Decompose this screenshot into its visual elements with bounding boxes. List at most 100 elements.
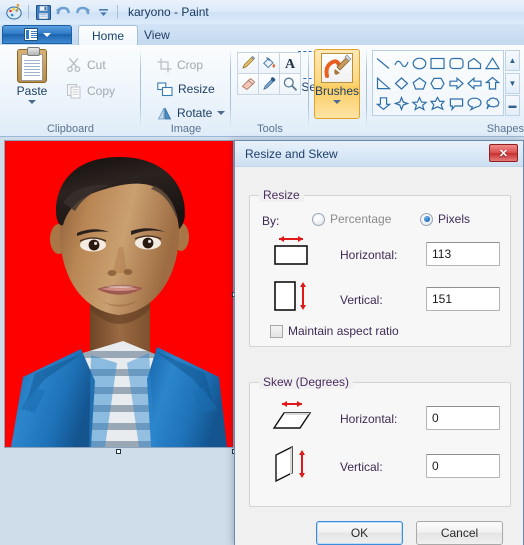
shape-diamond-icon[interactable] — [392, 73, 410, 93]
close-icon[interactable]: ✕ — [489, 144, 518, 162]
customize-quick-access-icon[interactable] — [94, 3, 112, 21]
chevron-down-icon — [42, 32, 51, 37]
dialog-body: Resize By: Percentage Pixels Horizontal:… — [235, 167, 523, 545]
window-title: karyono - Paint — [128, 5, 209, 19]
brush-icon — [321, 53, 353, 83]
tools-row-2 — [237, 73, 305, 95]
shape-pentagon-icon[interactable] — [411, 73, 429, 93]
paste-button-label: Paste — [16, 84, 48, 98]
rotate-button[interactable]: Rotate — [157, 103, 226, 123]
skew-vertical-input[interactable]: 0 — [426, 454, 500, 478]
shape-hexagon-icon[interactable] — [429, 73, 447, 93]
maintain-aspect-ratio-checkbox[interactable]: Maintain aspect ratio — [270, 324, 399, 338]
resize-section-legend: Resize — [259, 188, 304, 202]
ribbon-group-brushes: Brushes — [309, 45, 367, 136]
percentage-radio-label: Percentage — [330, 212, 392, 226]
pixels-radio[interactable]: Pixels — [420, 212, 470, 226]
ribbon: Paste Cut Copy Clipboard Image Crop Resi… — [0, 45, 524, 137]
eyedropper-icon[interactable] — [258, 73, 280, 95]
shape-right-triangle-icon[interactable] — [374, 73, 392, 93]
title-bar: karyono - Paint — [0, 0, 524, 24]
shape-oval-icon[interactable] — [411, 53, 429, 73]
shapes-row-2 — [374, 73, 502, 93]
paint-application-window: karyono - Paint Home View Paste Cut Copy… — [0, 0, 524, 545]
cut-button-label: Cut — [87, 58, 106, 72]
shapes-scroll-up-button[interactable]: ▲ — [505, 50, 520, 71]
brushes-button[interactable]: Brushes — [314, 49, 360, 119]
cancel-button[interactable]: Cancel — [416, 521, 503, 545]
pencil-icon[interactable] — [237, 52, 259, 74]
tab-view[interactable]: View — [131, 25, 183, 45]
rotate-button-label: Rotate — [177, 106, 213, 120]
chevron-down-icon — [333, 100, 341, 104]
eraser-icon[interactable] — [237, 73, 259, 95]
shapes-row-3 — [374, 93, 502, 113]
resize-and-skew-dialog: Resize and Skew ✕ Resize By: Percentage … — [234, 140, 524, 545]
clipboard-group-label: Clipboard — [46, 123, 95, 135]
resize-button[interactable]: Resize — [157, 79, 215, 99]
resize-vertical-input[interactable]: 151 — [426, 287, 500, 311]
title-separator — [117, 5, 118, 19]
shape-rectangle-icon[interactable] — [429, 53, 447, 73]
shape-line-icon[interactable] — [374, 53, 392, 73]
skew-vertical-label: Vertical: — [340, 460, 383, 474]
shape-rounded-callout-icon[interactable] — [447, 93, 465, 113]
shape-oval-callout-icon[interactable] — [465, 93, 483, 113]
tab-home[interactable]: Home — [78, 25, 139, 45]
skew-horizontal-input[interactable]: 0 — [426, 406, 500, 430]
copy-button[interactable]: Copy — [66, 81, 115, 101]
clipboard-icon — [17, 47, 47, 83]
copy-icon — [66, 83, 82, 99]
shapes-scrollbar[interactable]: ▲ ▼ ▬ — [505, 50, 520, 116]
file-menu-button[interactable] — [2, 25, 72, 44]
horizontal-skew-icon — [270, 397, 314, 435]
paint-app-icon[interactable] — [5, 3, 23, 21]
shapes-open-gallery-button[interactable]: ▬ — [505, 95, 520, 116]
shape-curve-icon[interactable] — [392, 53, 410, 73]
shape-six-point-star-icon[interactable] — [429, 93, 447, 113]
ribbon-group-clipboard: Paste Cut Copy Clipboard — [0, 45, 141, 136]
portrait-photo — [5, 141, 233, 447]
tools-row-1: A — [237, 52, 305, 74]
chevron-down-icon — [28, 100, 36, 104]
resize-section: Resize By: Percentage Pixels Horizontal:… — [249, 188, 511, 347]
rotate-icon — [157, 106, 172, 121]
ribbon-group-tools: A Tools — [231, 45, 309, 136]
shape-cloud-callout-icon[interactable] — [484, 93, 502, 113]
shape-rounded-rectangle-icon[interactable] — [447, 53, 465, 73]
save-icon[interactable] — [34, 3, 52, 21]
undo-icon[interactable] — [54, 3, 72, 21]
bottom-center-handle[interactable] — [116, 449, 121, 454]
shape-right-arrow-icon[interactable] — [447, 73, 465, 93]
percentage-radio[interactable]: Percentage — [312, 212, 391, 226]
redo-icon[interactable] — [74, 3, 92, 21]
skew-horizontal-label: Horizontal: — [340, 412, 398, 426]
shapes-gallery[interactable] — [372, 50, 504, 116]
shape-triangle-icon[interactable] — [484, 53, 502, 73]
resize-horizontal-input[interactable]: 113 — [426, 242, 500, 266]
tools-group-label: Tools — [257, 123, 283, 135]
shape-four-point-star-icon[interactable] — [392, 93, 410, 113]
skew-section: Skew (Degrees) Horizontal: 0 Vertical: 0 — [249, 375, 511, 507]
shape-left-arrow-icon[interactable] — [465, 73, 483, 93]
shape-five-point-star-icon[interactable] — [411, 93, 429, 113]
radio-button-icon — [312, 212, 325, 226]
file-menu-icon — [23, 28, 38, 41]
paint-canvas[interactable] — [4, 140, 234, 448]
chevron-down-icon — [217, 111, 226, 115]
ribbon-group-shapes: ▲ ▼ ▬ Shapes — [367, 45, 524, 136]
shape-polygon-icon[interactable] — [465, 53, 483, 73]
checkbox-icon — [270, 324, 283, 338]
shape-up-arrow-icon[interactable] — [484, 73, 502, 93]
vertical-skew-icon — [270, 445, 314, 485]
paint-bucket-icon[interactable] — [258, 52, 280, 74]
magnifier-icon[interactable] — [279, 73, 301, 95]
shape-down-arrow-icon[interactable] — [374, 93, 392, 113]
paste-button[interactable]: Paste — [8, 47, 56, 117]
cut-button[interactable]: Cut — [66, 55, 106, 75]
clipboard-lines-icon — [24, 60, 40, 61]
text-a-icon[interactable]: A — [279, 52, 301, 74]
shapes-scroll-down-button[interactable]: ▼ — [505, 72, 520, 94]
crop-button[interactable]: Crop — [157, 55, 203, 75]
ok-button[interactable]: OK — [316, 521, 403, 545]
